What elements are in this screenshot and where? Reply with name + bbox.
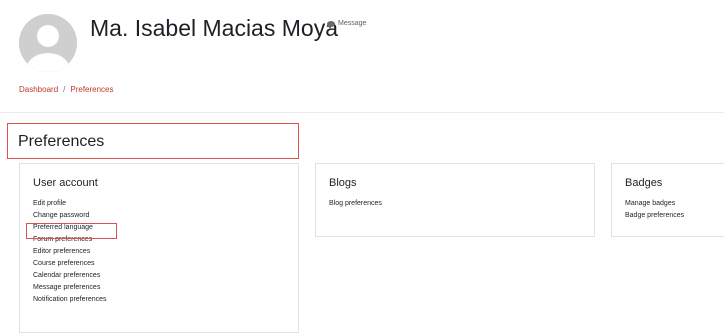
badges-card: Badges Manage badges Badge preferences (611, 163, 724, 237)
avatar[interactable] (19, 14, 77, 72)
link-course-preferences[interactable]: Course preferences (33, 258, 107, 270)
breadcrumb-separator: / (63, 85, 66, 94)
page-title-highlight: Preferences (7, 123, 299, 159)
user-fullname: Ma. Isabel Macias Moya (90, 15, 338, 41)
user-account-title: User account (33, 177, 98, 189)
link-badge-preferences[interactable]: Badge preferences (625, 210, 684, 222)
blogs-card: Blogs Blog preferences (315, 163, 595, 237)
header-divider (0, 112, 724, 113)
user-silhouette-icon (19, 14, 77, 72)
breadcrumb-dashboard[interactable]: Dashboard (19, 85, 58, 94)
user-account-card: User account Edit profile Change passwor… (19, 163, 299, 333)
page-title: Preferences (18, 133, 105, 150)
blogs-title: Blogs (329, 177, 357, 189)
link-blog-preferences[interactable]: Blog preferences (329, 198, 382, 210)
link-editor-preferences[interactable]: Editor preferences (33, 246, 107, 258)
chat-bubble-icon (327, 20, 335, 29)
preferred-language-highlight (26, 223, 117, 239)
message-label: Message (338, 20, 367, 27)
link-calendar-preferences[interactable]: Calendar preferences (33, 270, 107, 282)
badges-title: Badges (625, 177, 663, 189)
breadcrumb-preferences[interactable]: Preferences (70, 85, 113, 94)
link-manage-badges[interactable]: Manage badges (625, 198, 684, 210)
badges-links: Manage badges Badge preferences (625, 198, 684, 222)
blogs-links: Blog preferences (329, 198, 382, 210)
message-button[interactable]: Message (327, 20, 367, 29)
link-change-password[interactable]: Change password (33, 210, 107, 222)
breadcrumb: Dashboard / Preferences (19, 85, 114, 94)
link-message-preferences[interactable]: Message preferences (33, 282, 107, 294)
link-edit-profile[interactable]: Edit profile (33, 198, 107, 210)
link-notification-preferences[interactable]: Notification preferences (33, 294, 107, 306)
user-account-links: Edit profile Change password Preferred l… (33, 198, 107, 306)
page-header: Ma. Isabel Macias Moya Message Dashboard… (0, 0, 724, 112)
